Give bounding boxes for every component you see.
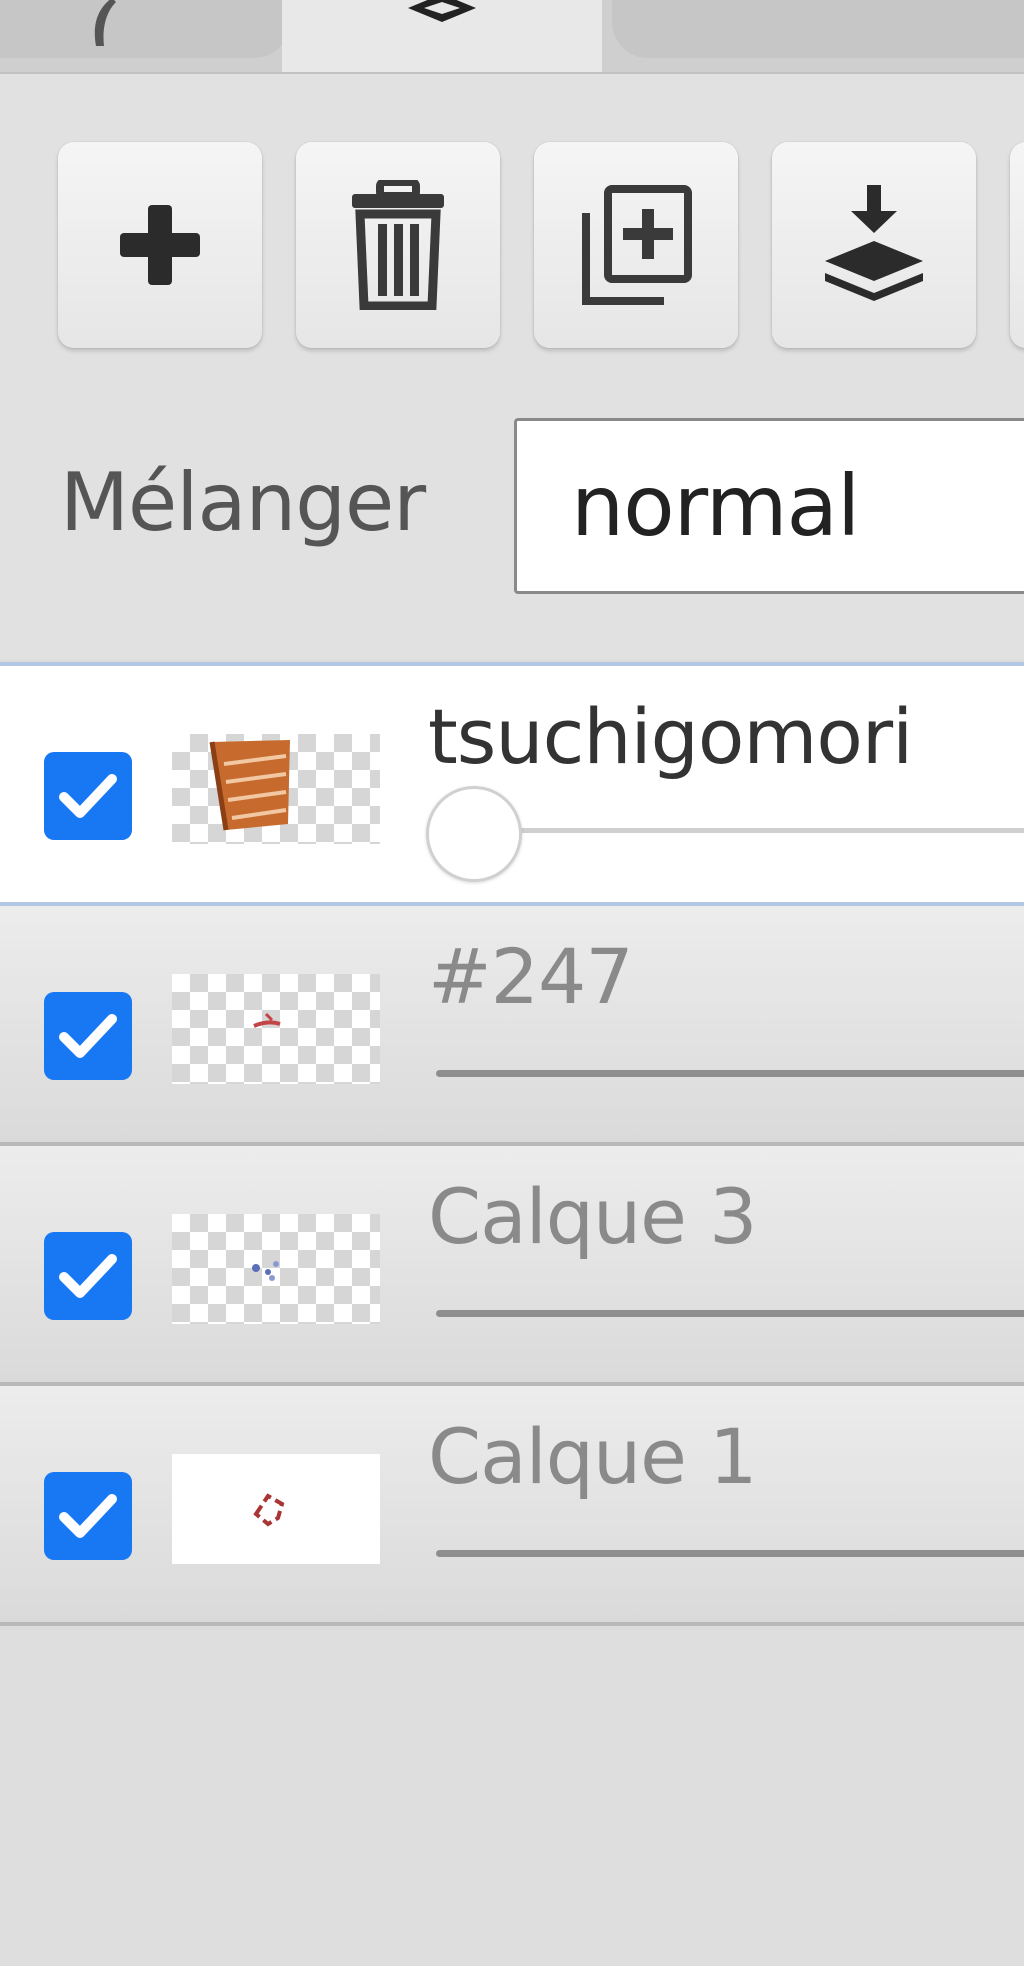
opacity-slider-track[interactable]	[436, 1070, 1024, 1077]
tab-layers[interactable]	[282, 0, 602, 72]
tab-brush[interactable]	[0, 0, 290, 58]
merge-down-button[interactable]	[772, 142, 976, 348]
checkmark-icon	[59, 1254, 117, 1298]
tab-other[interactable]	[612, 0, 1024, 58]
layer-thumbnail	[172, 734, 380, 844]
delete-layer-button[interactable]	[296, 142, 500, 348]
visibility-checkbox[interactable]	[44, 752, 132, 840]
layer-toolbar	[0, 74, 1024, 364]
layer-thumbnail	[172, 974, 380, 1084]
visibility-checkbox[interactable]	[44, 992, 132, 1080]
duplicate-layer-button[interactable]	[534, 142, 738, 348]
opacity-slider-track[interactable]	[436, 1310, 1024, 1317]
tab-strip	[0, 0, 1024, 74]
visibility-checkbox[interactable]	[44, 1232, 132, 1320]
duplicate-icon	[582, 185, 692, 305]
checkmark-icon	[59, 1494, 117, 1538]
merge-down-icon	[825, 185, 923, 301]
empty-area	[0, 1630, 1024, 1966]
more-button[interactable]	[1010, 142, 1024, 348]
layer-thumbnail	[172, 1454, 380, 1564]
blend-mode-select[interactable]: normal	[514, 418, 1024, 594]
layer-name: Calque 1	[428, 1412, 757, 1501]
layers-icon	[408, 0, 476, 22]
layer-row[interactable]: Calque 1	[0, 1386, 1024, 1626]
layer-list: tsuchigomori #247 Calque 3 Calque 1	[0, 662, 1024, 1626]
layers-panel: Mélanger normal tsuchigomori #247 Calque…	[0, 0, 1024, 1966]
layer-row[interactable]: tsuchigomori	[0, 662, 1024, 906]
blend-label: Mélanger	[60, 456, 426, 549]
layer-row[interactable]: Calque 3	[0, 1146, 1024, 1386]
checkmark-icon	[59, 1014, 117, 1058]
opacity-slider-track[interactable]	[436, 1550, 1024, 1557]
layer-thumbnail	[172, 1214, 380, 1324]
blend-mode-value: normal	[571, 457, 860, 555]
trash-icon	[352, 180, 444, 310]
layer-name: tsuchigomori	[428, 692, 913, 781]
brush-icon	[94, 0, 116, 46]
add-layer-button[interactable]	[58, 142, 262, 348]
layer-name: #247	[428, 932, 634, 1021]
checkmark-icon	[59, 774, 117, 818]
plus-icon	[120, 205, 200, 285]
visibility-checkbox[interactable]	[44, 1472, 132, 1560]
opacity-slider-thumb[interactable]	[426, 786, 522, 882]
layer-name: Calque 3	[428, 1172, 757, 1261]
opacity-slider-track[interactable]	[436, 828, 1024, 833]
layer-row[interactable]: #247	[0, 906, 1024, 1146]
blend-row: Mélanger normal	[0, 364, 1024, 660]
